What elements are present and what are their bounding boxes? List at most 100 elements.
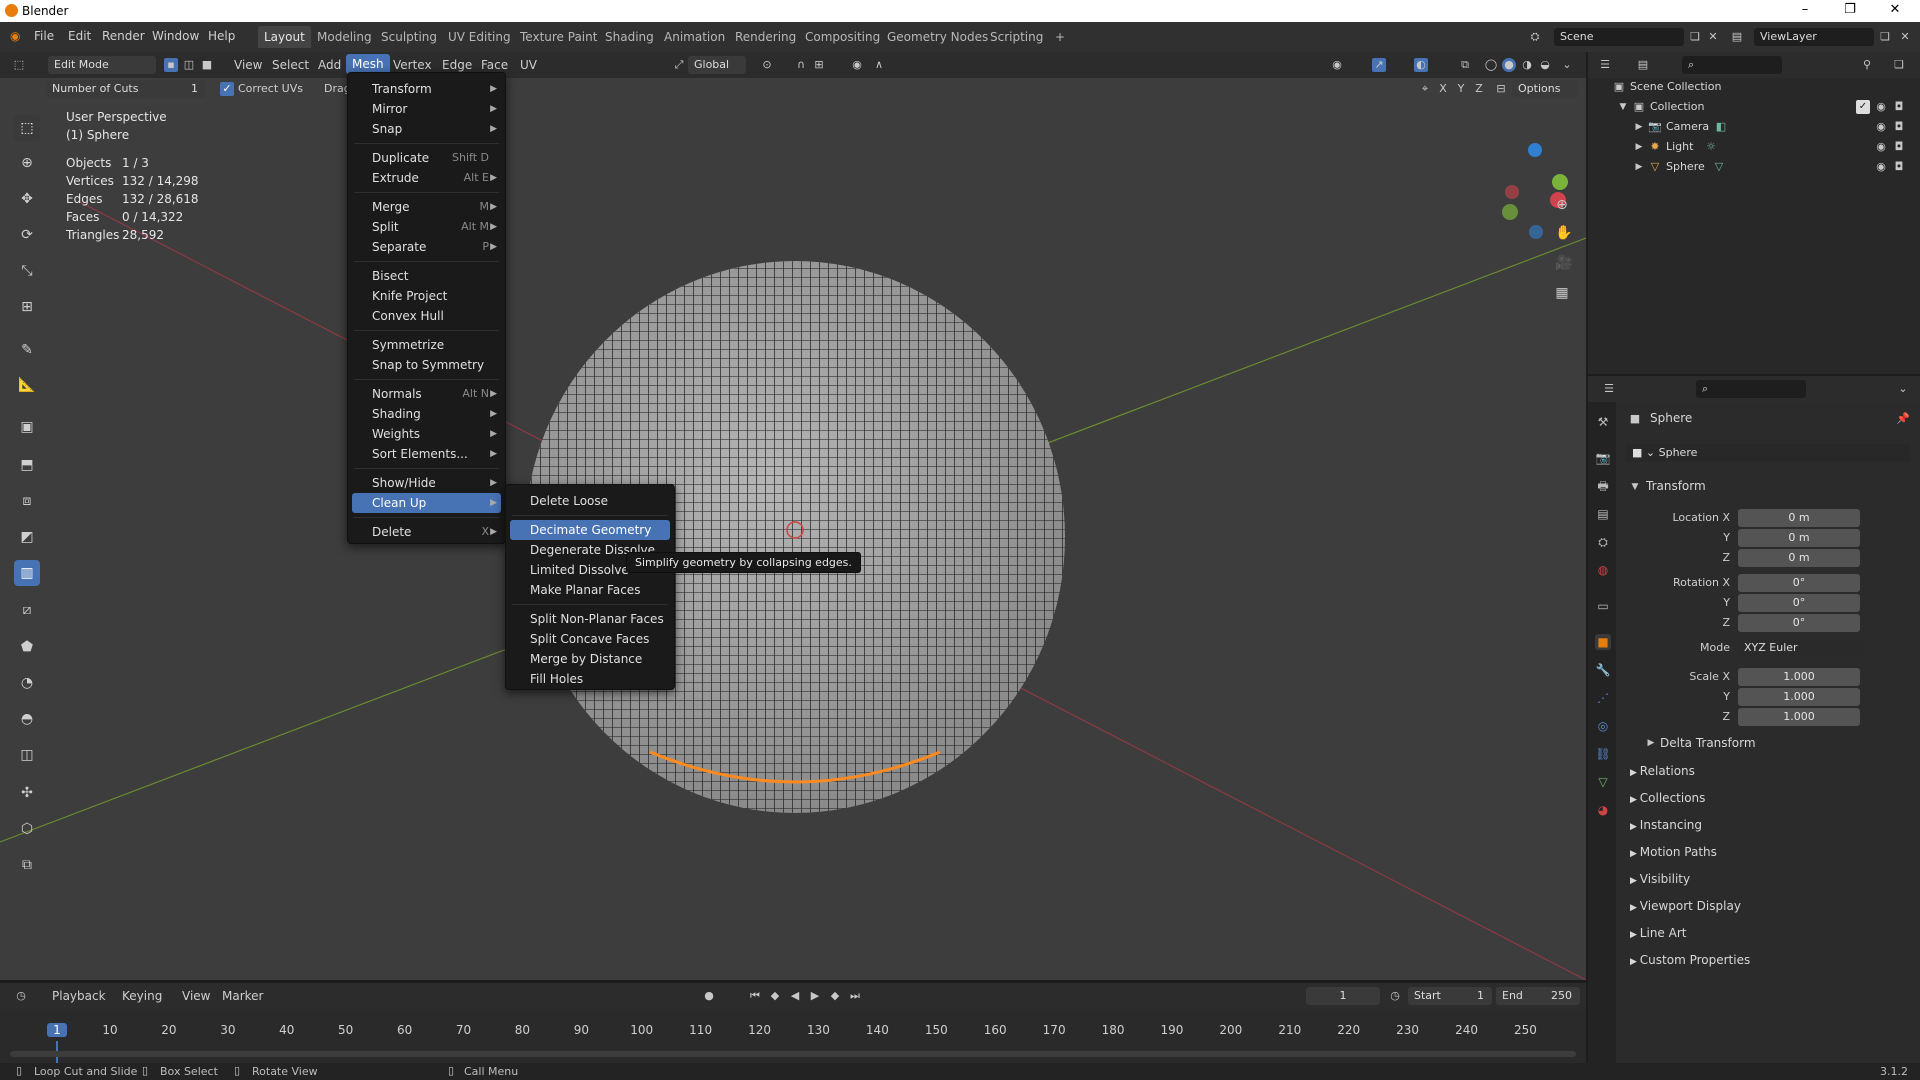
outliner-editor-icon[interactable]: ☰ [1598,58,1612,72]
mesh-menu-item-snap-to-symmetry[interactable]: Snap to Symmetry [352,355,501,375]
tab-rendering[interactable]: Rendering [729,26,802,48]
constraints-tab-icon[interactable]: ⛓ [1595,746,1611,762]
delta-transform-expand-icon[interactable]: ▶ [1644,736,1658,750]
tab-scripting[interactable]: Scripting [984,26,1049,48]
mirror-y-toggle[interactable]: Y [1454,82,1468,96]
pivot-icon[interactable]: ⊙ [760,58,774,72]
mesh-data-icon[interactable]: ▽ [1712,160,1726,174]
stopwatch-icon[interactable]: ◷ [1388,989,1402,1003]
menu-add[interactable]: Add [318,58,341,72]
mesh-menu-item-show-hide[interactable]: Show/Hide ▶ [352,473,501,493]
mirror-x-toggle[interactable]: X [1436,82,1450,96]
scale-z-field[interactable]: 1.000 [1738,708,1860,726]
mesh-menu-item-merge[interactable]: Merge M ▶ [352,197,501,217]
mesh-menu-item-sort-elements[interactable]: Sort Elements... ▶ [352,444,501,464]
filter-icon[interactable]: ⚲ [1860,58,1874,72]
collection-render-icon[interactable]: ◘ [1892,100,1906,114]
tab-sculpting[interactable]: Sculpting [375,26,443,48]
blender-menu-icon[interactable]: ◉ [10,29,20,43]
rotate-tool-icon[interactable]: ⟳ [14,222,40,248]
tab-geometry-nodes[interactable]: Geometry Nodes [881,26,994,48]
correct-uvs-checkbox[interactable]: ✓ [220,82,234,96]
cleanup-menu-item-delete-loose[interactable]: Delete Loose [510,491,670,511]
scene-tab-icon[interactable]: ⛭ [1595,534,1611,550]
close-button[interactable]: ✕ [1875,2,1915,20]
loop-cut-tool-icon[interactable]: ▥ [14,560,40,586]
add-workspace-button[interactable]: + [1049,26,1071,48]
transform-orientation-dropdown[interactable]: Global [688,56,746,74]
smooth-tool-icon[interactable]: ◓ [14,706,40,732]
poly-build-tool-icon[interactable]: ⬟ [14,634,40,660]
view-layer-field[interactable]: ViewLayer [1754,28,1874,46]
new-scene-icon[interactable]: ❏ [1688,30,1702,44]
remove-scene-icon[interactable]: ✕ [1706,30,1720,44]
scale-y-field[interactable]: 1.000 [1738,688,1860,706]
light-expand-icon[interactable]: ▶ [1632,140,1646,154]
current-frame-field[interactable]: 1 [1306,987,1380,1005]
display-mode-icon[interactable]: ▤ [1636,58,1650,72]
mesh-menu-item-convex-hull[interactable]: Convex Hull [352,306,501,326]
camera-visibility-icon[interactable]: ◉ [1874,120,1888,134]
menu-render[interactable]: Render [102,29,145,43]
options-dropdown[interactable]: Options [1512,80,1578,98]
editor-type-icon[interactable]: ⬚ [12,58,26,72]
mesh-menu-item-snap[interactable]: Snap ▶ [352,119,501,139]
scene-field[interactable]: Scene [1554,28,1684,46]
wireframe-shading-icon[interactable]: ◯ [1484,58,1498,72]
sphere-expand-icon[interactable]: ▶ [1632,160,1646,174]
modifier-tab-icon[interactable]: 🔧 [1595,662,1611,678]
cleanup-menu-item-fill-holes[interactable]: Fill Holes [510,669,670,689]
jump-start-icon[interactable]: ⏮ [748,989,762,1003]
menu-marker[interactable]: Marker [222,989,263,1003]
shading-options-icon[interactable]: ⌄ [1560,58,1574,72]
next-keyframe-icon[interactable]: ◆ [828,989,842,1003]
inset-tool-icon[interactable]: ⧈ [14,488,40,514]
menu-face[interactable]: Face [481,58,508,72]
view-layer-tab-icon[interactable]: ▤ [1595,506,1611,522]
3d-viewport[interactable]: ⬚ Edit Mode ▪ ◫ ■ View Select Add Mesh V… [0,52,1586,980]
cleanup-menu-item-split-concave-faces[interactable]: Split Concave Faces [510,629,670,649]
light-data-icon[interactable]: ☼ [1704,140,1718,154]
panel-collections[interactable]: ▶ Collections [1630,791,1705,805]
collection-checkbox[interactable]: ✓ [1856,100,1870,114]
panel-motion-paths[interactable]: ▶ Motion Paths [1630,845,1717,859]
select-box-tool-icon[interactable]: ⬚ [14,115,40,141]
rotation-mode-dropdown[interactable]: XYZ Euler [1738,639,1864,657]
pan-hand-icon[interactable]: ✋ [1555,226,1572,240]
rotation-x-field[interactable]: 0° [1738,574,1860,592]
menu-timeline-view[interactable]: View [182,989,210,1003]
outliner-search-input[interactable]: ⌕ [1682,56,1782,74]
scale-tool-icon[interactable]: ⤡ [14,258,40,284]
start-frame-field[interactable]: Start 1 [1408,987,1492,1005]
add-cube-tool-icon[interactable]: ▣ [14,414,40,440]
camera-data-icon[interactable]: ◧ [1714,120,1728,134]
properties-editor-icon[interactable]: ☰ [1602,382,1616,396]
object-name-field[interactable]: ■ ⌄ Sphere [1626,444,1910,462]
cursor-tool-icon[interactable]: ⊕ [14,150,40,176]
tab-uv-editing[interactable]: UV Editing [442,26,517,48]
snap-target-icon[interactable]: ⊞ [812,58,826,72]
menu-playback[interactable]: Playback [52,989,106,1003]
menu-edit[interactable]: Edit [68,29,91,43]
vertex-select-icon[interactable]: ▪ [164,58,178,72]
mesh-menu-item-extrude[interactable]: Extrude Alt E ▶ [352,168,501,188]
world-tab-icon[interactable]: ◍ [1595,562,1611,578]
xray-icon[interactable]: ⧉ [1458,58,1472,72]
tab-modeling[interactable]: Modeling [311,26,378,48]
object-tab-icon[interactable]: ■ [1595,634,1611,650]
properties-options-icon[interactable]: ⌄ [1896,382,1910,396]
menu-edge[interactable]: Edge [442,58,472,72]
auto-merge-icon[interactable]: ⊟ [1494,82,1508,96]
tab-shading[interactable]: Shading [599,26,660,48]
mesh-menu-item-symmetrize[interactable]: Symmetrize [352,335,501,355]
menu-view[interactable]: View [234,58,262,72]
mirror-z-toggle[interactable]: Z [1472,82,1486,96]
location-y-field[interactable]: 0 m [1738,529,1860,547]
menu-help[interactable]: Help [208,29,235,43]
rotation-y-field[interactable]: 0° [1738,594,1860,612]
prev-keyframe-icon[interactable]: ◆ [768,989,782,1003]
overlay-toggle-icon[interactable]: ◐ [1414,58,1428,72]
light-visibility-icon[interactable]: ◉ [1874,140,1888,154]
panel-instancing[interactable]: ▶ Instancing [1630,818,1702,832]
collection-visibility-icon[interactable]: ◉ [1874,100,1888,114]
